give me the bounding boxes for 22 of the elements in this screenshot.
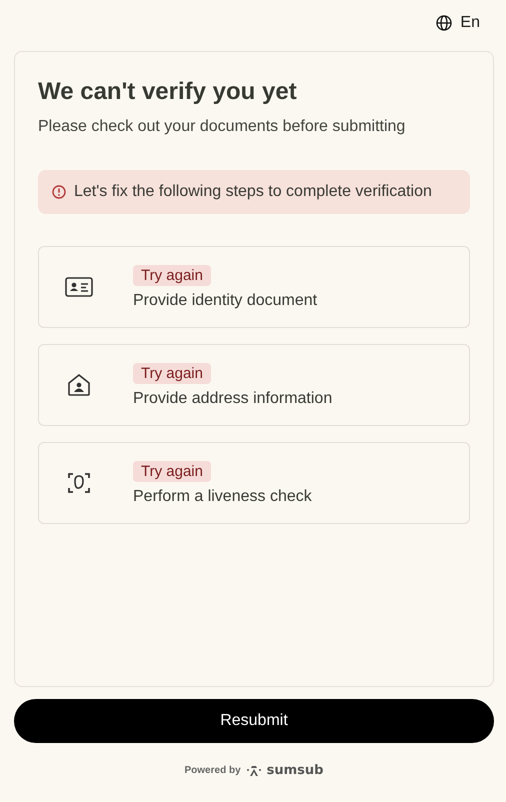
resubmit-button[interactable]: Resubmit [14, 699, 494, 743]
step-card[interactable]: Try again Provide identity document [38, 246, 470, 328]
step-label: Provide address information [133, 390, 332, 408]
powered-by-text: Powered by [184, 765, 241, 776]
logo-icon [246, 764, 262, 776]
step-label: Perform a liveness check [133, 488, 312, 506]
home-person-icon [67, 373, 91, 397]
language-button[interactable]: En [436, 14, 480, 32]
step-card[interactable]: Try again Perform a liveness check [38, 442, 470, 524]
step-card[interactable]: Try again Provide address information [38, 344, 470, 426]
status-badge: Try again [133, 264, 211, 286]
alert-icon [52, 185, 66, 199]
brand-name: sumsub [266, 763, 324, 778]
subtitle: Please check out your documents before submitting [38, 118, 406, 136]
status-badge: Try again [133, 460, 211, 482]
face-scan-icon [67, 471, 91, 495]
page-title: We can't verify you yet [38, 78, 298, 106]
globe-icon [436, 14, 452, 30]
alert-text: Let's fix the following steps to complete verification [74, 182, 432, 202]
step-label: Provide identity document [133, 292, 318, 310]
status-badge: Try again [133, 362, 211, 384]
id-card-icon [65, 277, 93, 297]
